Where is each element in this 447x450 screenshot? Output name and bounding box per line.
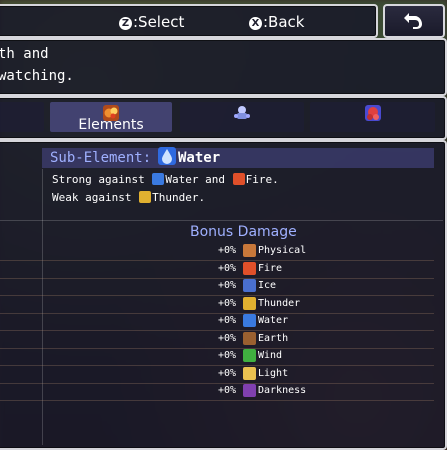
row-left-cell xyxy=(0,278,42,296)
light-icon xyxy=(243,366,256,380)
row-left-cell xyxy=(0,296,42,314)
element-name: Wind xyxy=(258,350,283,361)
tab-elements-label: Elements xyxy=(78,117,144,133)
back-hint-label: :Back xyxy=(263,13,305,31)
section-divider xyxy=(0,220,443,221)
fire-icon xyxy=(232,173,245,185)
bonus-percent: +0% xyxy=(217,367,236,379)
weak-element-1: Thunder. xyxy=(152,191,206,204)
element-name: Thunder xyxy=(258,297,301,309)
weak-against-line: Weak against Thunder. xyxy=(52,191,205,204)
water-icon xyxy=(243,314,256,327)
element-name: Ice xyxy=(258,280,277,291)
category-tab-bar: Elements xyxy=(0,96,447,140)
button-help-bar: Z:Select X:Back xyxy=(0,4,378,38)
bonus-row-water: +0% Water xyxy=(0,313,434,331)
x-key-icon: X xyxy=(249,17,262,30)
row-left-cell xyxy=(0,348,42,366)
bonus-percent: +0% xyxy=(217,245,236,256)
sub-element-value: Water xyxy=(178,150,221,166)
back-button[interactable] xyxy=(383,4,445,38)
ice-icon xyxy=(243,279,256,292)
row-left-cell xyxy=(0,243,42,261)
strong-element-1: Water xyxy=(165,173,199,186)
back-hint: X:Back xyxy=(249,13,304,31)
row-left-cell xyxy=(0,261,42,279)
strong-against-prefix: Strong against xyxy=(52,173,145,186)
physical-icon xyxy=(243,244,256,257)
element-name: Light xyxy=(258,367,289,379)
tab-creature[interactable] xyxy=(310,102,435,132)
element-name: Physical xyxy=(258,245,307,256)
bonus-row-earth: +0% Earth xyxy=(0,331,434,349)
bonus-percent: +0% xyxy=(217,332,236,344)
thunder-icon xyxy=(243,296,256,310)
bonus-row-light: +0% Light xyxy=(0,366,434,384)
bonus-percent: +0% xyxy=(217,385,236,396)
bonus-damage-title: Bonus Damage xyxy=(190,224,297,240)
bonus-row-wind: +0% Wind xyxy=(0,348,434,366)
tab-left[interactable] xyxy=(0,102,44,132)
z-key-icon: Z xyxy=(119,17,132,30)
thunder-icon xyxy=(139,191,152,203)
element-name: Water xyxy=(258,315,289,326)
fire-icon xyxy=(243,261,256,275)
strong-against-line: Strong against Water and Fire. xyxy=(52,173,279,186)
row-left-cell xyxy=(0,313,42,331)
wind-icon xyxy=(243,349,256,362)
bonus-percent: +0% xyxy=(217,280,236,291)
strong-and: and xyxy=(205,173,225,186)
bonus-row-thunder: +0% Thunder xyxy=(0,296,434,314)
bonus-row-fire: +0% Fire xyxy=(0,261,434,279)
select-hint: Z:Select xyxy=(119,13,184,31)
row-left-cell xyxy=(0,331,42,349)
help-line-1: th and xyxy=(0,46,49,62)
help-text-window: th and watching. xyxy=(0,38,447,96)
bonus-row-darkness: +0% Darkness xyxy=(0,383,434,401)
select-hint-label: :Select xyxy=(133,13,185,31)
water-icon xyxy=(152,173,165,185)
weak-against-prefix: Weak against xyxy=(52,191,132,204)
water-icon xyxy=(158,147,176,165)
element-name: Darkness xyxy=(258,385,307,396)
bonus-row-physical: +0% Physical xyxy=(0,243,434,261)
tab-robot[interactable] xyxy=(180,102,304,132)
return-arrow-icon xyxy=(404,13,422,29)
element-name: Earth xyxy=(258,332,289,344)
strong-element-2: Fire. xyxy=(245,173,279,186)
bonus-percent: +0% xyxy=(217,297,236,309)
tab-elements[interactable]: Elements xyxy=(50,102,172,133)
bonus-percent: +0% xyxy=(217,315,236,326)
earth-icon xyxy=(243,331,256,345)
sub-element-title: Sub-Element: xyxy=(50,150,152,166)
row-left-cell xyxy=(0,383,42,401)
element-name: Fire xyxy=(258,262,283,274)
status-main-window: Sub-Element: Water Strong against Water … xyxy=(0,140,447,450)
help-line-2: watching. xyxy=(0,68,74,84)
darkness-icon xyxy=(243,384,256,397)
row-left-cell xyxy=(0,366,42,384)
bonus-percent: +0% xyxy=(217,262,236,274)
bonus-percent: +0% xyxy=(217,350,236,361)
bonus-row-ice: +0% Ice xyxy=(0,278,434,296)
red-creature-icon xyxy=(364,105,381,121)
gear-robot-icon xyxy=(234,106,250,119)
